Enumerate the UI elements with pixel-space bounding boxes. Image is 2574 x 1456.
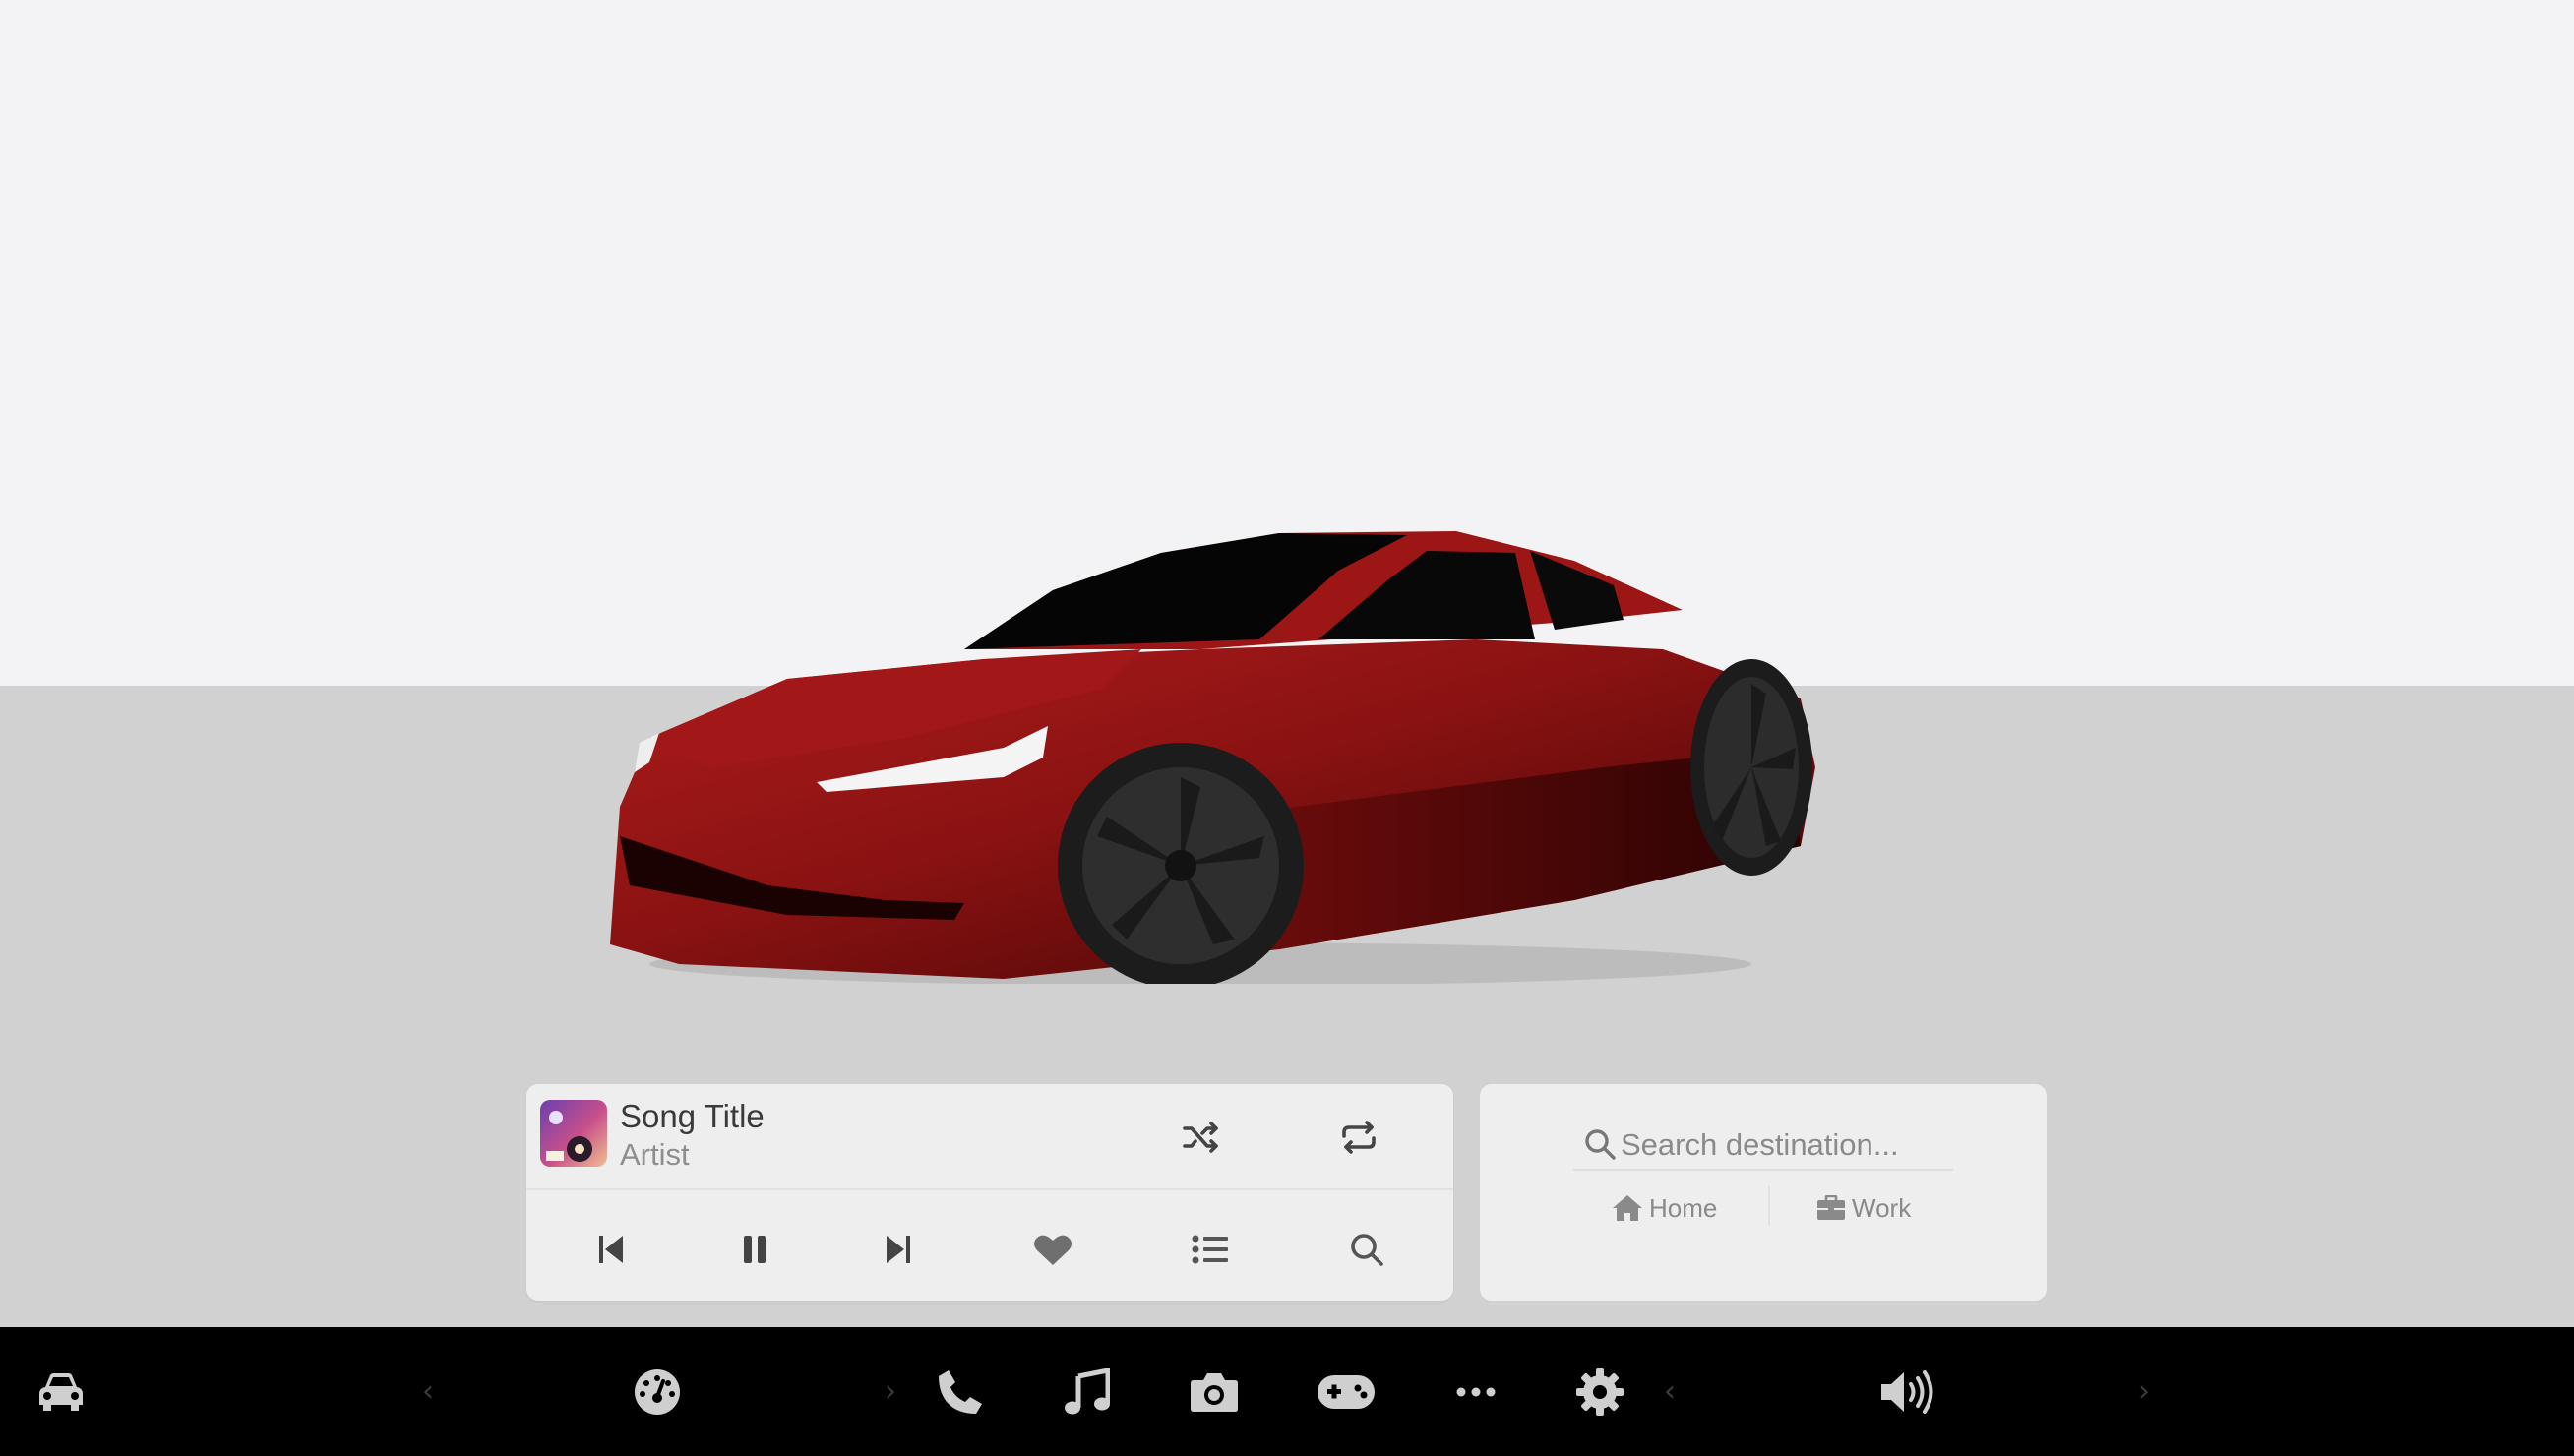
more-button[interactable]: [1440, 1327, 1511, 1456]
divider: [1573, 1169, 1953, 1171]
music-button[interactable]: [1052, 1327, 1123, 1456]
briefcase-icon: [1817, 1195, 1845, 1220]
album-art[interactable]: [540, 1100, 607, 1167]
dashboard-icon: [635, 1368, 680, 1415]
navigation-card: Home Work: [1480, 1084, 2047, 1301]
car-model[interactable]: [590, 512, 1830, 984]
destination-search-input[interactable]: [1619, 1120, 1967, 1171]
phone-button[interactable]: [925, 1327, 996, 1456]
pause-icon: [744, 1236, 766, 1263]
pause-button[interactable]: [727, 1222, 782, 1277]
music-player-card: Song Title Artist: [526, 1084, 1453, 1301]
song-artist: Artist: [620, 1137, 690, 1172]
search-icon: [1585, 1129, 1616, 1160]
settings-icon: [1576, 1367, 1624, 1416]
destination-search[interactable]: [1573, 1120, 1967, 1171]
now-playing-row: Song Title Artist: [526, 1084, 1453, 1190]
camera-icon: [1191, 1372, 1238, 1412]
settings-button[interactable]: [1564, 1327, 1635, 1456]
gamepad-icon: [1318, 1374, 1375, 1409]
volume-icon: [1881, 1369, 1933, 1414]
queue-button[interactable]: [1183, 1222, 1238, 1277]
chevron-right-icon[interactable]: ›: [876, 1327, 905, 1456]
home-icon: [1613, 1195, 1642, 1221]
chevron-left-icon[interactable]: ‹: [1655, 1327, 1685, 1456]
car-icon: [39, 1372, 83, 1411]
shuffle-icon: [1183, 1122, 1218, 1153]
divider: [1768, 1186, 1770, 1226]
home-label: Home: [1649, 1192, 1718, 1223]
music-search-button[interactable]: [1339, 1222, 1394, 1277]
work-label: Work: [1852, 1192, 1912, 1223]
chevron-left-icon[interactable]: ‹: [413, 1327, 443, 1456]
like-button[interactable]: [1025, 1222, 1080, 1277]
music-icon: [1065, 1367, 1110, 1414]
heart-icon: [1034, 1235, 1072, 1265]
dashboard-button[interactable]: [622, 1327, 693, 1456]
car-button[interactable]: [26, 1327, 96, 1456]
next-button[interactable]: [871, 1222, 926, 1277]
previous-button[interactable]: [583, 1222, 639, 1277]
games-button[interactable]: [1311, 1327, 1381, 1456]
repeat-button[interactable]: [1331, 1110, 1386, 1165]
camera-button[interactable]: [1179, 1327, 1250, 1456]
more-icon: [1456, 1387, 1496, 1396]
home-shortcut[interactable]: Home: [1612, 1190, 1717, 1226]
taskbar: ‹ › ‹ ›: [0, 1327, 2574, 1456]
skip-next-icon: [887, 1236, 910, 1263]
work-shortcut[interactable]: Work: [1816, 1190, 1911, 1226]
volume-button[interactable]: [1869, 1327, 1948, 1456]
chevron-right-icon[interactable]: ›: [2129, 1327, 2159, 1456]
list-icon: [1192, 1235, 1228, 1264]
repeat-icon: [1342, 1121, 1376, 1154]
phone-icon: [939, 1369, 982, 1414]
skip-previous-icon: [599, 1236, 623, 1263]
song-title: Song Title: [620, 1098, 765, 1134]
shuffle-button[interactable]: [1174, 1110, 1229, 1165]
search-icon: [1351, 1234, 1383, 1266]
